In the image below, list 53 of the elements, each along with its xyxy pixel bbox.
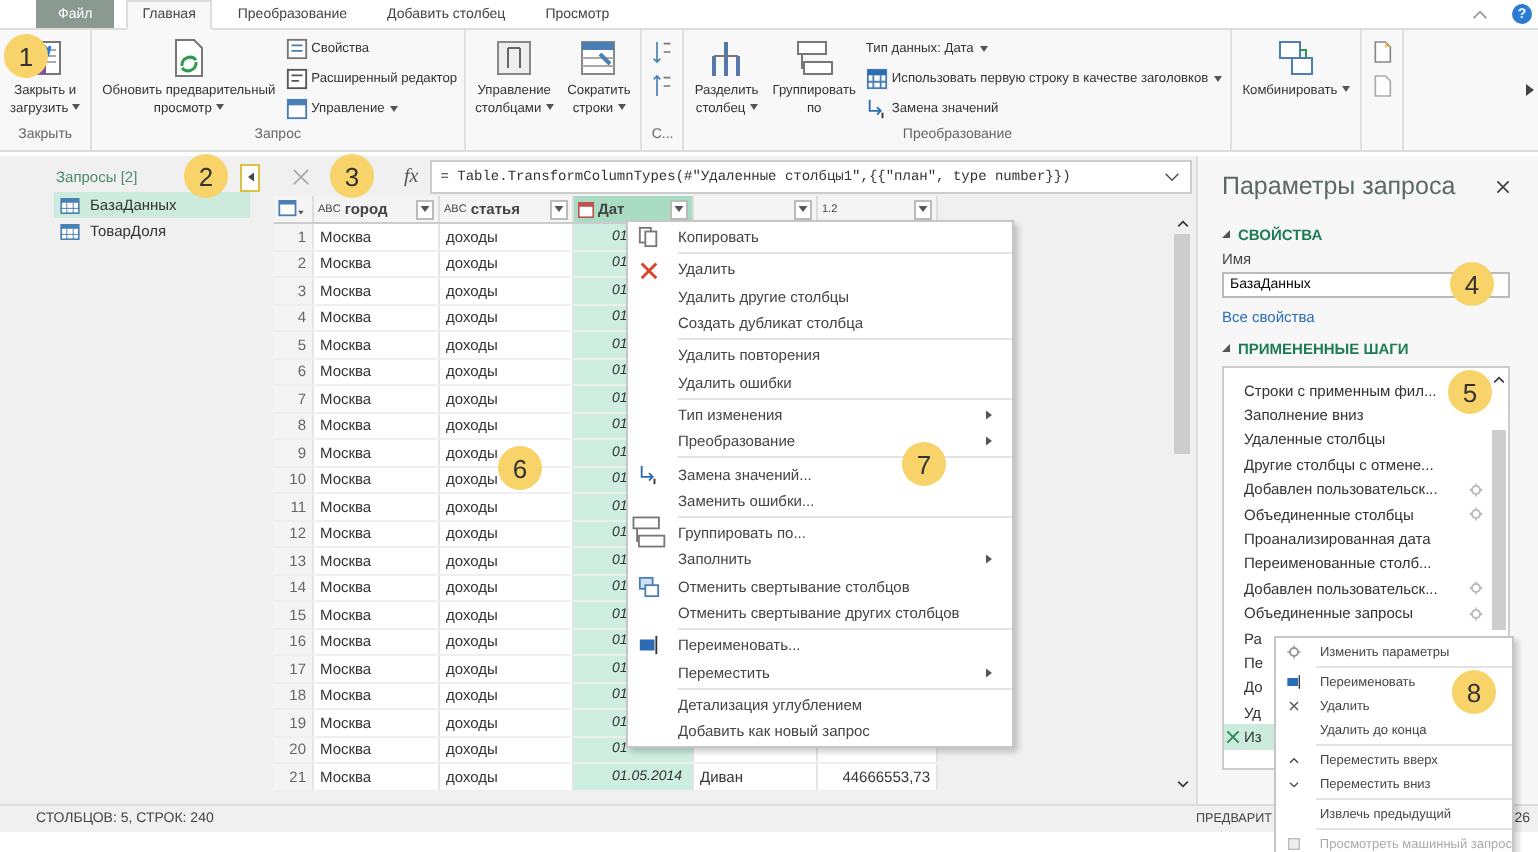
caret-icon xyxy=(918,206,928,212)
delete-icon xyxy=(637,258,659,281)
combine-icon xyxy=(1273,36,1318,80)
copy-icon xyxy=(637,226,659,249)
scroll-right-icon[interactable] xyxy=(1526,84,1534,96)
table-header-icon xyxy=(865,68,888,90)
calendar-icon xyxy=(578,201,594,217)
pane-title: Параметры запроса xyxy=(1222,172,1458,200)
caret-icon xyxy=(420,206,430,212)
window-icon xyxy=(285,98,308,120)
sort-descending-icon[interactable] xyxy=(652,74,673,98)
caret-icon xyxy=(798,206,808,212)
scrollbar[interactable] xyxy=(1172,220,1192,788)
document-icon[interactable] xyxy=(1371,40,1392,64)
delete-icon[interactable] xyxy=(1226,730,1240,745)
unpivot-icon xyxy=(637,575,659,598)
collapse-ribbon-icon[interactable] xyxy=(1472,9,1488,19)
caret-icon xyxy=(674,206,684,212)
rows-icon xyxy=(576,36,621,80)
rename-icon xyxy=(1286,674,1302,690)
gear-icon xyxy=(1286,644,1302,660)
fx-label[interactable]: fx xyxy=(404,166,419,188)
sort-ascending-icon[interactable] xyxy=(652,40,673,64)
chevron-up-icon[interactable] xyxy=(1175,220,1189,228)
filter-dropdown[interactable] xyxy=(670,199,688,219)
collapse-triangle-icon[interactable] xyxy=(1222,230,1230,238)
table-icon xyxy=(60,223,80,239)
chevron-down-icon[interactable] xyxy=(1164,172,1180,182)
collapse-pane-button[interactable] xyxy=(240,163,260,191)
filter-dropdown[interactable] xyxy=(914,199,932,219)
caret-left-icon xyxy=(247,172,253,182)
column-header[interactable] xyxy=(274,196,314,222)
filter-dropdown[interactable] xyxy=(550,199,568,219)
replace-icon xyxy=(637,463,659,486)
columns-icon xyxy=(492,36,537,80)
collapse-triangle-icon[interactable] xyxy=(1222,344,1230,352)
editor-icon xyxy=(285,68,308,90)
filter-dropdown[interactable] xyxy=(794,199,812,219)
chevron-down-icon xyxy=(1286,776,1302,792)
table-icon xyxy=(60,197,80,213)
chevron-down-icon[interactable] xyxy=(1175,780,1189,788)
replace-icon xyxy=(865,98,888,120)
group-by-icon xyxy=(792,36,837,80)
properties-icon xyxy=(285,38,308,60)
close-icon[interactable] xyxy=(1496,179,1510,193)
delete-icon xyxy=(1286,698,1302,714)
table-menu-icon[interactable] xyxy=(278,200,304,218)
chevron-up-icon xyxy=(1286,752,1302,768)
filter-dropdown[interactable] xyxy=(416,199,434,219)
rename-icon xyxy=(637,634,659,657)
caret-icon xyxy=(554,206,564,212)
document-icon[interactable] xyxy=(1371,74,1392,98)
chevron-up-icon[interactable] xyxy=(1492,376,1506,384)
